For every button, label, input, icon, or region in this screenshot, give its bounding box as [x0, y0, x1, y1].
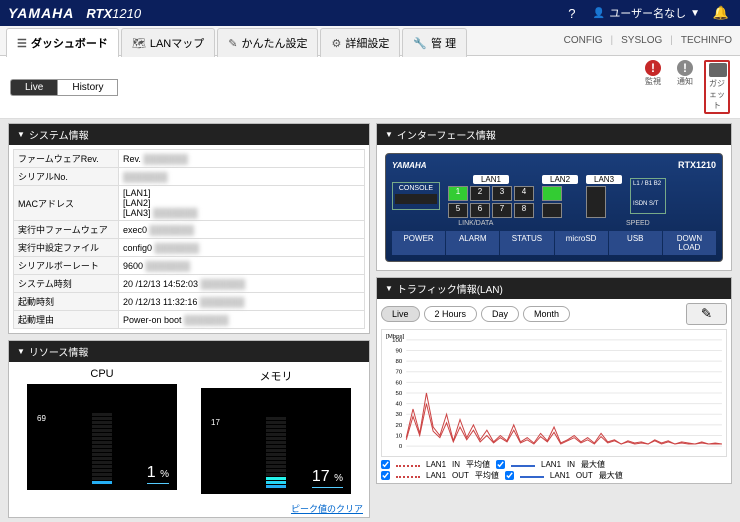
topbar-right: ? 👤 ユーザー名なし ▼ 🔔: [561, 2, 732, 24]
panel-interface: ▼インターフェース情報 YAMAHA RTX1210 CONSOLE LAN1 …: [376, 123, 732, 271]
lan1-port-7[interactable]: 7: [492, 203, 512, 218]
link-syslog[interactable]: SYSLOG: [621, 35, 662, 46]
user-menu[interactable]: 👤 ユーザー名なし ▼: [593, 5, 700, 21]
svg-text:50: 50: [396, 391, 403, 397]
svg-text:20: 20: [396, 423, 403, 429]
router-btn-power[interactable]: POWER: [392, 231, 445, 255]
legend-chk[interactable]: [381, 460, 390, 469]
svg-text:40: 40: [396, 402, 403, 408]
panel-resource: ▼リソース情報 CPU 69 1 % メモリ 17 17 %: [8, 340, 370, 518]
legend-chk[interactable]: [496, 460, 505, 469]
router-btn-usb[interactable]: USB: [609, 231, 662, 255]
traffic-chart: [Mbps]0102030405060708090100: [381, 329, 727, 457]
info-icon: !: [677, 60, 693, 76]
help-button[interactable]: ?: [561, 2, 583, 24]
legend-chk[interactable]: [505, 471, 514, 480]
brand: YAMAHA RTX1210: [8, 5, 141, 21]
console-port: CONSOLE: [392, 182, 440, 210]
link-config[interactable]: CONFIG: [564, 35, 603, 46]
tab-0[interactable]: ☰ダッシュボード: [6, 28, 119, 57]
menubar: ☰ダッシュボード🗺LANマップ✎かんたん設定⚙詳細設定🔧管 理 CONFIG |…: [0, 26, 740, 56]
menubar-right: CONFIG | SYSLOG | TECHINFO: [564, 26, 740, 55]
legend-chk[interactable]: [381, 471, 390, 480]
lan1-port-4[interactable]: 4: [514, 186, 534, 201]
svg-text:90: 90: [396, 348, 403, 354]
svg-text:80: 80: [396, 359, 403, 365]
badge-monitor[interactable]: ! 監視: [640, 60, 666, 87]
svg-text:30: 30: [396, 412, 403, 418]
mem-meter: メモリ 17 17 %: [201, 368, 351, 494]
content: ▼システム情報 ファームウェアRev.Rev. ███████シリアルNo. █…: [0, 119, 740, 522]
svg-text:10: 10: [396, 434, 403, 440]
traffic-range-2 Hours[interactable]: 2 Hours: [424, 306, 478, 322]
svg-text:100: 100: [392, 338, 403, 344]
lan1-port-6[interactable]: 6: [470, 203, 490, 218]
subnav-history[interactable]: History: [57, 79, 118, 96]
clear-peak-link[interactable]: ピーク値のクリア: [9, 500, 369, 517]
cpu-meter: CPU 69 1 %: [27, 368, 177, 494]
lan1-port-2[interactable]: 2: [470, 186, 490, 201]
router-btn-microsd[interactable]: microSD: [555, 231, 608, 255]
svg-text:0: 0: [399, 444, 403, 450]
link-techinfo[interactable]: TECHINFO: [681, 35, 732, 46]
chevron-down-icon: ▼: [690, 8, 700, 19]
svg-text:70: 70: [396, 370, 403, 376]
isdn-port: L1 / B1 B2ISDN S/T: [630, 178, 666, 214]
badge-notify[interactable]: ! 通知: [672, 60, 698, 87]
badge-gadget[interactable]: ガジェット: [704, 60, 730, 114]
router-btn-alarm[interactable]: ALARM: [446, 231, 499, 255]
lan1-port-1[interactable]: 1: [448, 186, 468, 201]
panel-sysinfo: ▼システム情報 ファームウェアRev.Rev. ███████シリアルNo. █…: [8, 123, 370, 334]
tab-2[interactable]: ✎かんたん設定: [217, 28, 318, 57]
tab-3[interactable]: ⚙詳細設定: [320, 28, 400, 57]
user-name: ユーザー名なし: [609, 5, 686, 21]
panel-traffic: ▼トラフィック情報(LAN) Live2 HoursDayMonth✎ [Mbp…: [376, 277, 732, 484]
lan2-port[interactable]: [542, 186, 562, 201]
router-btn-down load[interactable]: DOWNLOAD: [663, 231, 716, 255]
gadget-icon: [709, 63, 727, 77]
sysinfo-table: ファームウェアRev.Rev. ███████シリアルNo. ███████MA…: [13, 149, 365, 329]
topbar: YAMAHA RTX1210 ? 👤 ユーザー名なし ▼ 🔔: [0, 0, 740, 26]
tab-1[interactable]: 🗺LANマップ: [121, 28, 215, 57]
traffic-range-Day[interactable]: Day: [481, 306, 519, 322]
lan1-port-3[interactable]: 3: [492, 186, 512, 201]
user-icon: 👤: [593, 8, 605, 19]
subnav: Live History ! 監視 ! 通知 ガジェット: [0, 56, 740, 119]
lan1-port-5[interactable]: 5: [448, 203, 468, 218]
lan3-port[interactable]: [586, 186, 606, 218]
notifications-button[interactable]: 🔔: [710, 2, 732, 24]
router-btn-status[interactable]: STATUS: [500, 231, 553, 255]
alert-icon: !: [645, 60, 661, 76]
traffic-range-Month[interactable]: Month: [523, 306, 570, 322]
brand-logo: YAMAHA: [8, 5, 74, 21]
router-diagram: YAMAHA RTX1210 CONSOLE LAN1 1234 5678 LA…: [385, 153, 723, 262]
traffic-edit-button[interactable]: ✎: [686, 303, 727, 325]
brand-model: RTX1210: [86, 6, 141, 21]
tab-4[interactable]: 🔧管 理: [402, 28, 467, 57]
traffic-range-Live[interactable]: Live: [381, 306, 420, 322]
lan1-port-8[interactable]: 8: [514, 203, 534, 218]
svg-text:60: 60: [396, 380, 403, 386]
subnav-live[interactable]: Live: [10, 79, 57, 96]
